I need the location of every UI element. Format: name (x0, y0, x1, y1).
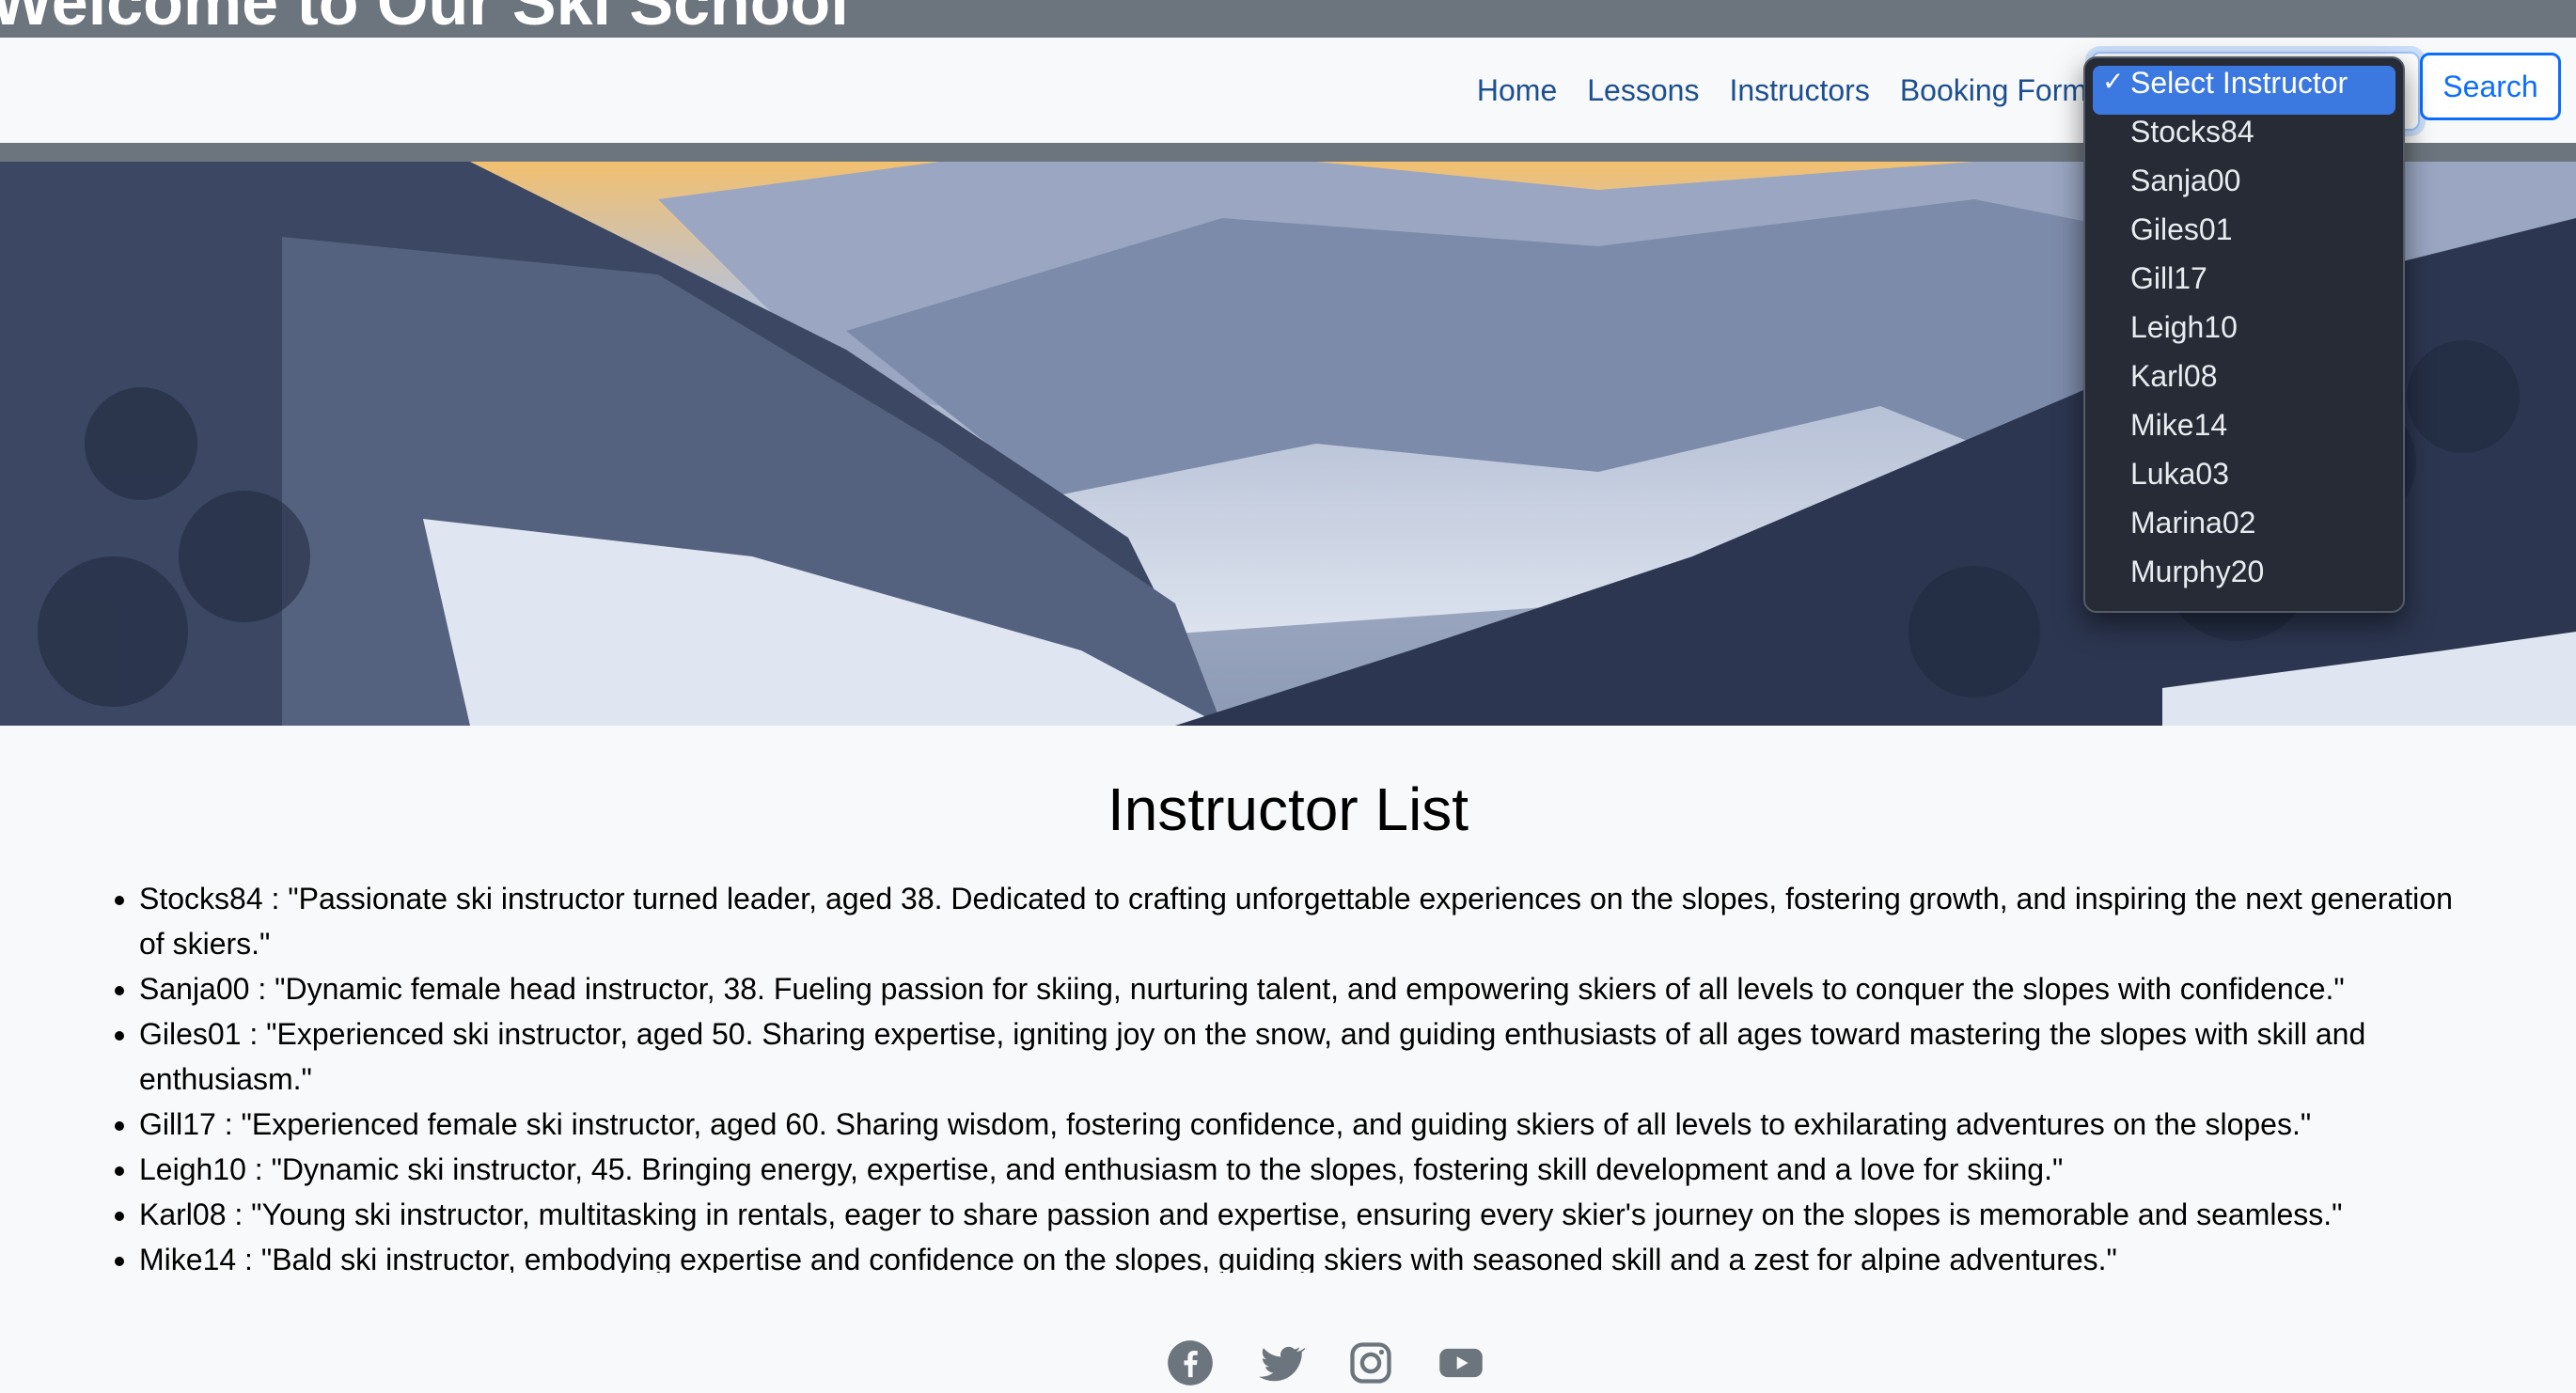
dropdown-option[interactable]: Giles01 (2093, 212, 2395, 261)
nav-link-instructors[interactable]: Instructors (1729, 73, 1869, 108)
nav-link-home[interactable]: Home (1477, 73, 1557, 108)
footer (0, 1273, 2576, 1393)
dropdown-option[interactable]: Mike14 (2093, 408, 2395, 457)
dropdown-option[interactable]: Sanja00 (2093, 164, 2395, 212)
instructor-dropdown-menu: ✓ Select Instructor Stocks84 Sanja00 Gil… (2083, 56, 2405, 613)
instagram-icon[interactable] (1346, 1338, 1395, 1387)
list-item: Sanja00 : "Dynamic female head instructo… (139, 966, 2471, 1011)
search-button[interactable]: Search (2420, 53, 2561, 120)
youtube-icon[interactable] (1437, 1338, 1485, 1387)
dropdown-option[interactable]: Gill17 (2093, 261, 2395, 310)
dropdown-option[interactable]: Marina02 (2093, 506, 2395, 555)
twitter-icon[interactable] (1256, 1338, 1307, 1387)
facebook-icon[interactable] (1166, 1338, 1215, 1387)
dropdown-option[interactable]: Stocks84 (2093, 115, 2395, 164)
page-title: Welcome to Our Ski School (0, 0, 849, 38)
list-item: Giles01 : "Experienced ski instructor, a… (139, 1011, 2471, 1102)
dropdown-option[interactable]: Luka03 (2093, 457, 2395, 506)
top-banner: Welcome to Our Ski School (0, 0, 2576, 38)
list-item: Mike14 : "Bald ski instructor, embodying… (139, 1237, 2471, 1273)
list-item: Karl08 : "Young ski instructor, multitas… (139, 1192, 2471, 1237)
nav-links: Home Lessons Instructors Booking Form (1447, 38, 2087, 143)
list-item: Gill17 : "Experienced female ski instruc… (139, 1102, 2471, 1147)
dropdown-option[interactable]: ✓ Select Instructor (2093, 66, 2395, 115)
list-item: Leigh10 : "Dynamic ski instructor, 45. B… (139, 1147, 2471, 1192)
section-heading: Instructor List (1107, 775, 1469, 843)
social-links (1166, 1338, 1485, 1387)
instructor-section: Instructor List Stocks84 : "Passionate s… (0, 726, 2576, 1273)
instructor-list: Stocks84 : "Passionate ski instructor tu… (103, 876, 2471, 1273)
dropdown-option[interactable]: Karl08 (2093, 359, 2395, 408)
list-item: Stocks84 : "Passionate ski instructor tu… (139, 876, 2471, 966)
nav-link-lessons[interactable]: Lessons (1587, 73, 1699, 108)
check-icon: ✓ (2102, 67, 2125, 96)
dropdown-option[interactable]: Leigh10 (2093, 310, 2395, 359)
nav-link-booking-form[interactable]: Booking Form (1900, 73, 2087, 108)
dropdown-option[interactable]: Murphy20 (2093, 555, 2395, 603)
